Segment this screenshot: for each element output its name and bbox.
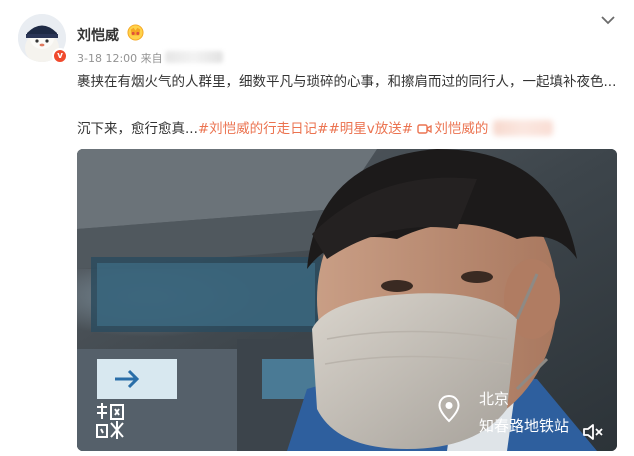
post-date[interactable]: 3-18 12:00 xyxy=(77,52,137,65)
weibo-post-card: v 刘恺威 3-18 12:00 来自 裹挟在有烟火气的人群里，细数平凡与琐碎的… xyxy=(0,0,634,456)
post-meta: 3-18 12:00 来自 xyxy=(77,50,223,66)
redacted-source xyxy=(164,51,223,63)
video-camera-icon xyxy=(417,124,433,134)
post-source-prefix: 来自 xyxy=(140,52,163,65)
chevron-down-icon[interactable] xyxy=(600,14,616,26)
video-link[interactable]: 刘恺威的 xyxy=(417,121,492,137)
topic-link-walking-diary[interactable]: #刘恺威的行走日记# xyxy=(198,121,329,137)
location-city: 北京 xyxy=(479,390,510,408)
vip-badge-icon[interactable] xyxy=(127,24,144,41)
location-pin-icon xyxy=(438,395,460,423)
post-text-line2: 沉下来，愈行愈真...#刘恺威的行走日记##明星v放送# 刘恺威的 xyxy=(77,117,617,141)
channel-logo-icon xyxy=(96,403,124,439)
redacted-link-tail xyxy=(492,120,553,136)
post-text-line1: 裹挟在有烟火气的人群里，细数平凡与琐碎的心事，和擦肩而过的同行人，一起填补夜色.… xyxy=(77,74,617,90)
username[interactable]: 刘恺威 xyxy=(77,25,119,45)
speaker-mute-icon[interactable] xyxy=(582,422,604,442)
post-text-plain: 沉下来，愈行愈真... xyxy=(77,121,198,137)
location-station: 知春路地铁站 xyxy=(479,417,570,435)
video-location: 北京 知春路地铁站 xyxy=(479,386,569,440)
verified-v-icon: v xyxy=(52,48,68,64)
video-link-label: 刘恺威的 xyxy=(434,121,489,137)
video-player[interactable]: 北京 知春路地铁站 xyxy=(77,149,617,451)
avatar[interactable]: v xyxy=(18,14,68,64)
topic-link-star-v[interactable]: #明星v放送# xyxy=(329,121,414,137)
